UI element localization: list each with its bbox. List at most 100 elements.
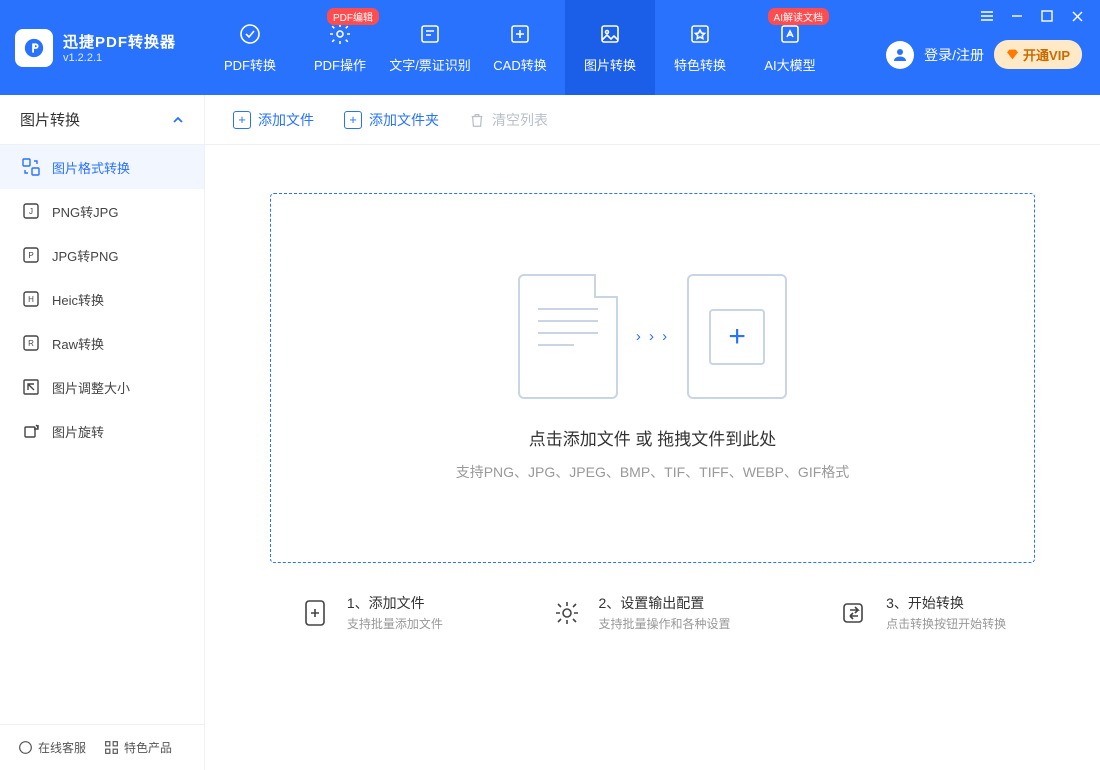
sidebar-item-label: JPG转PNG: [52, 246, 118, 265]
sidebar-item-png-jpg[interactable]: J PNG转JPG: [0, 189, 204, 233]
sf-label: 特色产品: [124, 739, 172, 756]
app-title: 迅捷PDF转换器: [63, 31, 176, 52]
app-header: 迅捷PDF转换器 v1.2.2.1 PDF转换 PDF编辑 PDF操作 文字/票…: [0, 0, 1100, 95]
file-j-icon: J: [22, 202, 40, 220]
close-button[interactable]: [1062, 4, 1092, 28]
window-controls: [972, 0, 1100, 28]
app-logo-icon: [15, 29, 53, 67]
nav-ocr[interactable]: 文字/票证识别: [385, 0, 475, 95]
minimize-button[interactable]: [1002, 4, 1032, 28]
login-link[interactable]: 登录/注册: [924, 45, 984, 65]
settings-icon: [550, 596, 584, 630]
nav-pdf-convert[interactable]: PDF转换: [205, 0, 295, 95]
sidebar-item-heic[interactable]: H Heic转换: [0, 277, 204, 321]
nav-badge: PDF编辑: [327, 8, 379, 25]
chat-icon: [18, 740, 33, 755]
logo-area: 迅捷PDF转换器 v1.2.2.1: [0, 0, 205, 95]
ocr-icon: [417, 21, 443, 47]
sidebar-item-label: Raw转换: [52, 334, 104, 353]
step-title: 2、设置输出配置: [598, 593, 730, 613]
sidebar: 图片转换 图片格式转换 J PNG转JPG P JPG转PNG H Heic转换…: [0, 95, 205, 770]
app-version: v1.2.2.1: [63, 52, 176, 64]
nav-image-convert[interactable]: 图片转换: [565, 0, 655, 95]
svg-text:P: P: [28, 251, 33, 260]
sidebar-header[interactable]: 图片转换: [0, 95, 204, 145]
nav-label: AI大模型: [764, 55, 815, 74]
sidebar-item-format-convert[interactable]: 图片格式转换: [0, 145, 204, 189]
add-file-icon: [299, 596, 333, 630]
svg-text:J: J: [29, 207, 33, 216]
nav-label: 文字/票证识别: [389, 55, 471, 74]
vip-button[interactable]: 开通VIP: [994, 40, 1082, 69]
file-p-icon: P: [22, 246, 40, 264]
sidebar-item-label: 图片旋转: [52, 422, 104, 441]
plus-icon: +: [344, 111, 362, 129]
chevron-up-icon: [172, 114, 184, 126]
nav-special[interactable]: 特色转换: [655, 0, 745, 95]
add-file-button[interactable]: + 添加文件: [233, 110, 314, 130]
diamond-icon: [1006, 48, 1019, 61]
cad-icon: [507, 21, 533, 47]
nav-pdf-operate[interactable]: PDF编辑 PDF操作: [295, 0, 385, 95]
sidebar-item-label: 图片格式转换: [52, 158, 130, 177]
nav-ai[interactable]: AI解读文档 AI大模型: [745, 0, 835, 95]
grid-icon: [104, 740, 119, 755]
maximize-button[interactable]: [1032, 4, 1062, 28]
sidebar-item-rotate[interactable]: 图片旋转: [0, 409, 204, 453]
main-content: + 添加文件 + 添加文件夹 清空列表 › › › +: [205, 95, 1100, 770]
step-start: 3、开始转换 点击转换按钮开始转换: [838, 593, 1006, 632]
svg-text:R: R: [28, 339, 34, 348]
sidebar-item-label: PNG转JPG: [52, 202, 118, 221]
star-icon: [687, 21, 713, 47]
step-sub: 点击转换按钮开始转换: [886, 615, 1006, 632]
online-service-link[interactable]: 在线客服: [18, 739, 86, 756]
document-icon: [518, 274, 618, 399]
trash-icon: [469, 112, 485, 128]
menu-button[interactable]: [972, 4, 1002, 28]
toolbar: + 添加文件 + 添加文件夹 清空列表: [205, 95, 1100, 145]
sf-label: 在线客服: [38, 739, 86, 756]
step-title: 1、添加文件: [347, 593, 443, 613]
drop-subtitle: 支持PNG、JPG、JPEG、BMP、TIF、TIFF、WEBP、GIF格式: [456, 462, 850, 482]
resize-icon: [22, 378, 40, 396]
file-h-icon: H: [22, 290, 40, 308]
step-add: 1、添加文件 支持批量添加文件: [299, 593, 443, 632]
svg-text:H: H: [28, 295, 34, 304]
image-icon: [597, 21, 623, 47]
step-sub: 支持批量添加文件: [347, 615, 443, 632]
file-r-icon: R: [22, 334, 40, 352]
sidebar-item-resize[interactable]: 图片调整大小: [0, 365, 204, 409]
sidebar-item-raw[interactable]: R Raw转换: [0, 321, 204, 365]
steps-guide: 1、添加文件 支持批量添加文件 2、设置输出配置 支持批量操作和各种设置 3、开…: [205, 563, 1100, 662]
format-icon: [22, 158, 40, 176]
nav-cad[interactable]: CAD转换: [475, 0, 565, 95]
nav-label: 图片转换: [584, 55, 636, 74]
drop-title: 点击添加文件 或 拖拽文件到此处: [529, 425, 776, 450]
vip-label: 开通VIP: [1023, 45, 1070, 64]
nav-badge: AI解读文档: [768, 8, 829, 25]
nav-label: CAD转换: [493, 55, 546, 74]
drop-zone[interactable]: › › › + 点击添加文件 或 拖拽文件到此处 支持PNG、JPG、JPEG、…: [270, 193, 1035, 563]
convert-icon: [237, 21, 263, 47]
arrows-icon: › › ›: [636, 328, 669, 345]
tb-label: 添加文件夹: [369, 110, 439, 130]
convert-icon: [838, 596, 872, 630]
add-document-icon: +: [687, 274, 787, 399]
step-config: 2、设置输出配置 支持批量操作和各种设置: [550, 593, 730, 632]
sidebar-title: 图片转换: [20, 109, 80, 130]
nav-label: PDF操作: [314, 55, 366, 74]
main-nav: PDF转换 PDF编辑 PDF操作 文字/票证识别 CAD转换 图片转换 特色转…: [205, 0, 835, 95]
step-title: 3、开始转换: [886, 593, 1006, 613]
featured-products-link[interactable]: 特色产品: [104, 739, 172, 756]
avatar[interactable]: [886, 41, 914, 69]
sidebar-item-jpg-png[interactable]: P JPG转PNG: [0, 233, 204, 277]
plus-icon: +: [233, 111, 251, 129]
clear-list-button[interactable]: 清空列表: [469, 110, 548, 130]
tb-label: 清空列表: [492, 110, 548, 130]
add-folder-button[interactable]: + 添加文件夹: [344, 110, 439, 130]
nav-label: 特色转换: [674, 55, 726, 74]
rotate-icon: [22, 422, 40, 440]
step-sub: 支持批量操作和各种设置: [598, 615, 730, 632]
drop-graphic: › › › +: [518, 274, 787, 399]
sidebar-item-label: Heic转换: [52, 290, 104, 309]
